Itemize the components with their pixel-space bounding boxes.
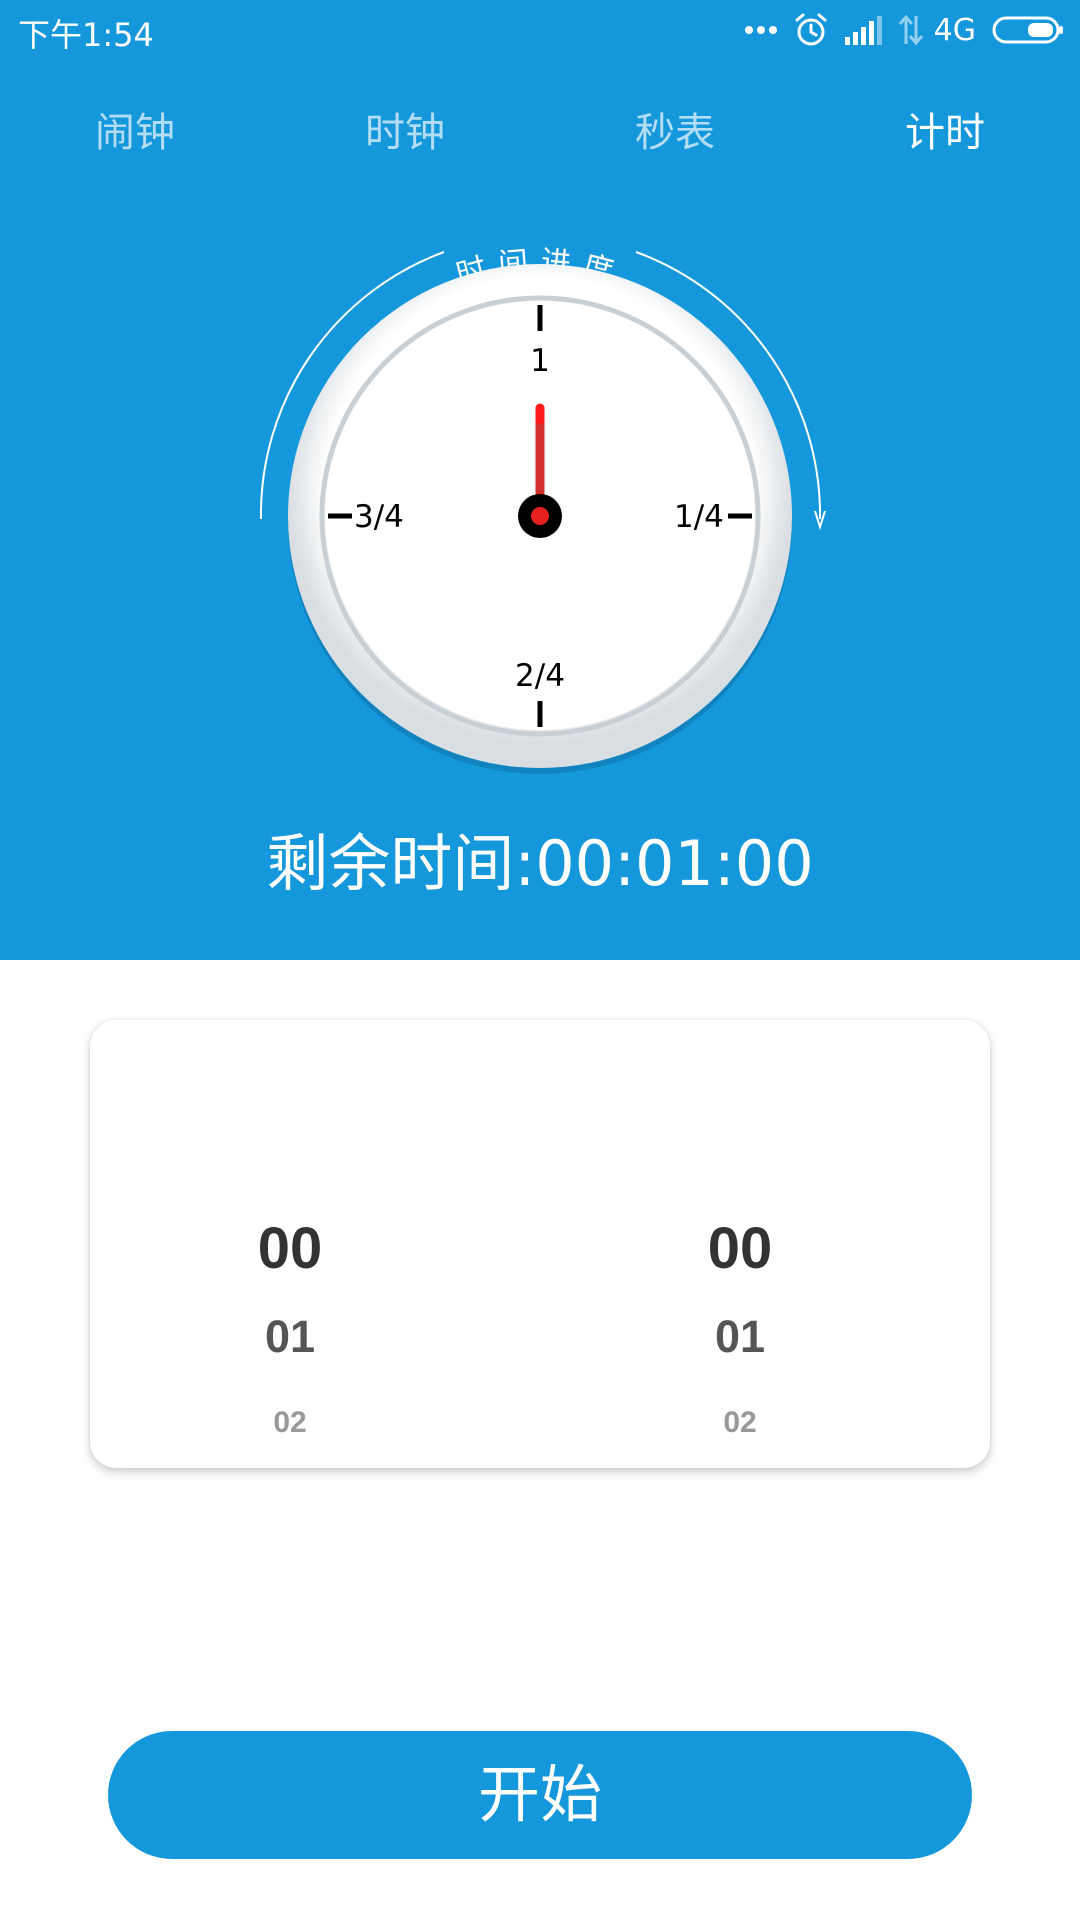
status-bar: 下午1:54 4G [0, 0, 1080, 62]
start-button[interactable]: 开始 [108, 1731, 972, 1859]
tab-clock[interactable]: 时钟 [305, 98, 505, 168]
picker-right-next[interactable]: 01 [610, 1314, 870, 1359]
tab-alarm[interactable]: 闹钟 [35, 98, 235, 168]
signal-icon [844, 15, 882, 45]
network-type: 4G [933, 12, 976, 48]
picker-column-right[interactable]: 00 01 02 [610, 1020, 870, 1468]
dial-mark-left: 3/4 [354, 499, 404, 535]
time-picker-card: 00 01 02 00 01 02 [90, 1020, 990, 1468]
picker-left-next[interactable]: 01 [160, 1314, 420, 1359]
picker-column-left[interactable]: 00 01 02 [160, 1020, 420, 1468]
alarm-clock-icon [794, 12, 828, 48]
tab-timer[interactable]: 计时 [845, 98, 1045, 168]
picker-left-selected[interactable]: 00 [160, 1220, 420, 1278]
remaining-time: 剩余时间:00:01:00 [266, 827, 814, 900]
tab-bar: 闹钟 时钟 秒表 计时 [0, 98, 1080, 168]
more-dots-icon [744, 24, 778, 36]
timer-app: 下午1:54 4G 闹钟 时钟 秒表 计时 时间进度 1 1/4 2/4 3/4… [0, 0, 1080, 1920]
dial-mark-top: 1 [530, 343, 550, 379]
picker-left-next2[interactable]: 02 [160, 1408, 420, 1438]
status-icons: 4G [744, 8, 1064, 52]
status-time: 下午1:54 [18, 16, 154, 54]
picker-right-selected[interactable]: 00 [610, 1220, 870, 1278]
timer-dial: 时间进度 1 1/4 2/4 3/4 [240, 214, 840, 814]
dial-mark-bottom: 2/4 [515, 658, 565, 694]
picker-right-next2[interactable]: 02 [610, 1408, 870, 1438]
data-arrows-icon [898, 14, 924, 46]
dial-mark-right: 1/4 [674, 499, 724, 535]
battery-icon [992, 15, 1064, 45]
header-panel: 下午1:54 4G 闹钟 时钟 秒表 计时 时间进度 1 1/4 2/4 3/4… [0, 0, 1080, 960]
tab-stopwatch[interactable]: 秒表 [575, 98, 775, 168]
